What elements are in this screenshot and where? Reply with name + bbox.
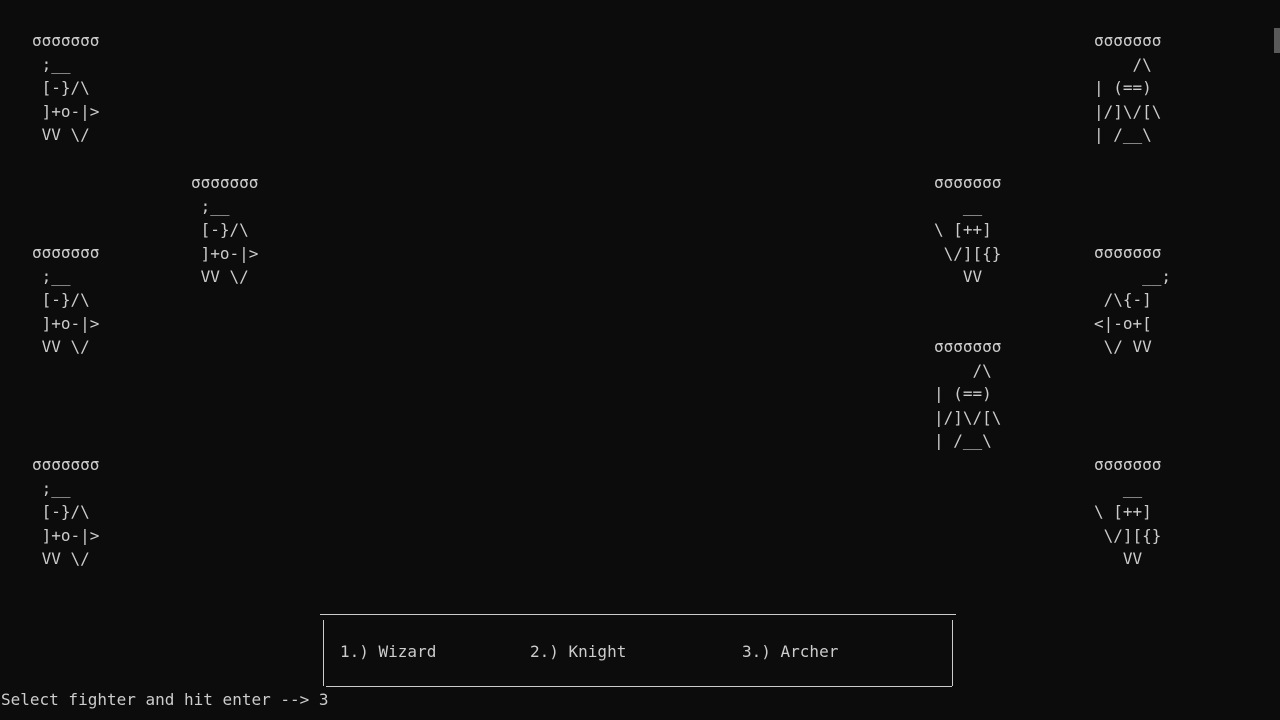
menu-right-border: [952, 620, 953, 686]
command-prompt: Select fighter and hit enter --> 3: [1, 688, 329, 712]
sprite-line: [-}/\: [32, 290, 90, 309]
sprite-line: <|-o+[: [1094, 313, 1152, 333]
sprite-line: | (==): [934, 384, 992, 403]
sprite-line: __: [1094, 478, 1143, 498]
health-bar: σσσσσσσ: [191, 173, 259, 192]
sprite-line: ]+o-|>: [32, 525, 100, 545]
sprite-line: ;__: [32, 478, 71, 498]
sprite-line: VV \/: [32, 337, 90, 356]
sprite-line: [-}/\: [191, 220, 249, 239]
right-fighter-4: σσσσσσσ /\ | (==) |/]\/[\ | /__\: [934, 335, 1001, 453]
sprite-line: VV: [934, 267, 983, 286]
health-bar: σσσσσσσ: [1094, 243, 1162, 262]
menu-top-border: [320, 614, 956, 615]
sprite-line: VV \/: [32, 125, 90, 144]
left-fighter-4: σσσσσσσ ;__ [-}/\ ]+o-|> VV \/: [32, 453, 99, 571]
right-fighter-3: σσσσσσσ __; /\{-] <|-o+[ \/ VV: [1094, 241, 1171, 359]
health-bar: σσσσσσσ: [1094, 31, 1162, 50]
sprite-line: \ [++]: [1094, 502, 1152, 521]
sprite-line: __: [934, 196, 983, 216]
left-fighter-3: σσσσσσσ ;__ [-}/\ ]+o-|> VV \/: [32, 241, 99, 359]
sprite-line: ;__: [32, 54, 71, 74]
sprite-line: VV \/: [191, 267, 249, 286]
health-bar: σσσσσσσ: [934, 173, 1002, 192]
sprite-line: | (==): [1094, 78, 1152, 97]
sprite-line: /\: [934, 360, 992, 380]
sprite-line: [-}/\: [32, 502, 90, 521]
sprite-line: VV \/: [32, 549, 90, 568]
menu-left-border: [323, 620, 324, 686]
prompt-label: Select fighter and hit enter -->: [1, 690, 319, 709]
option-knight[interactable]: 2.) Knight: [530, 640, 626, 664]
sprite-line: \/][{}: [934, 243, 1002, 263]
sprite-line: /\{-]: [1094, 290, 1152, 309]
sprite-line: [-}/\: [32, 78, 90, 97]
left-fighter-2: σσσσσσσ ;__ [-}/\ ]+o-|> VV \/: [191, 171, 258, 289]
right-fighter-1: σσσσσσσ /\ | (==) |/]\/[\ | /__\: [1094, 29, 1161, 147]
sprite-line: ;__: [32, 266, 71, 286]
option-archer[interactable]: 3.) Archer: [742, 640, 838, 664]
sprite-line: |/]\/[\: [934, 407, 1002, 427]
sprite-line: /\: [1094, 54, 1152, 74]
console-window: σσσσσσσ ;__ [-}/\ ]+o-|> VV \/ σσσσσσσ ;…: [0, 0, 1280, 720]
sprite-line: VV: [1094, 549, 1143, 568]
scrollbar-thumb[interactable]: [1274, 28, 1280, 53]
health-bar: σσσσσσσ: [32, 455, 100, 474]
health-bar: σσσσσσσ: [1094, 455, 1162, 474]
sprite-line: \ [++]: [934, 220, 992, 239]
sprite-line: ]+o-|>: [191, 243, 259, 263]
health-bar: σσσσσσσ: [32, 243, 100, 262]
sprite-line: ;__: [191, 196, 230, 216]
sprite-line: \/][{}: [1094, 525, 1162, 545]
option-wizard[interactable]: 1.) Wizard: [340, 640, 436, 664]
fighter-select-menu: 1.) Wizard 2.) Knight 3.) Archer: [318, 608, 956, 688]
sprite-line: ]+o-|>: [32, 101, 100, 121]
left-fighter-1: σσσσσσσ ;__ [-}/\ ]+o-|> VV \/: [32, 29, 99, 147]
health-bar: σσσσσσσ: [32, 31, 100, 50]
sprite-line: ]+o-|>: [32, 313, 100, 333]
sprite-line: | /__\: [934, 431, 992, 450]
sprite-line: \/ VV: [1094, 337, 1152, 356]
health-bar: σσσσσσσ: [934, 337, 1002, 356]
sprite-line: __;: [1094, 266, 1172, 286]
right-fighter-5: σσσσσσσ __ \ [++] \/][{} VV: [1094, 453, 1161, 571]
sprite-line: |/]\/[\: [1094, 101, 1162, 121]
prompt-input[interactable]: 3: [319, 688, 329, 712]
menu-bottom-border: [326, 686, 952, 687]
sprite-line: | /__\: [1094, 125, 1152, 144]
right-fighter-2: σσσσσσσ __ \ [++] \/][{} VV: [934, 171, 1001, 289]
